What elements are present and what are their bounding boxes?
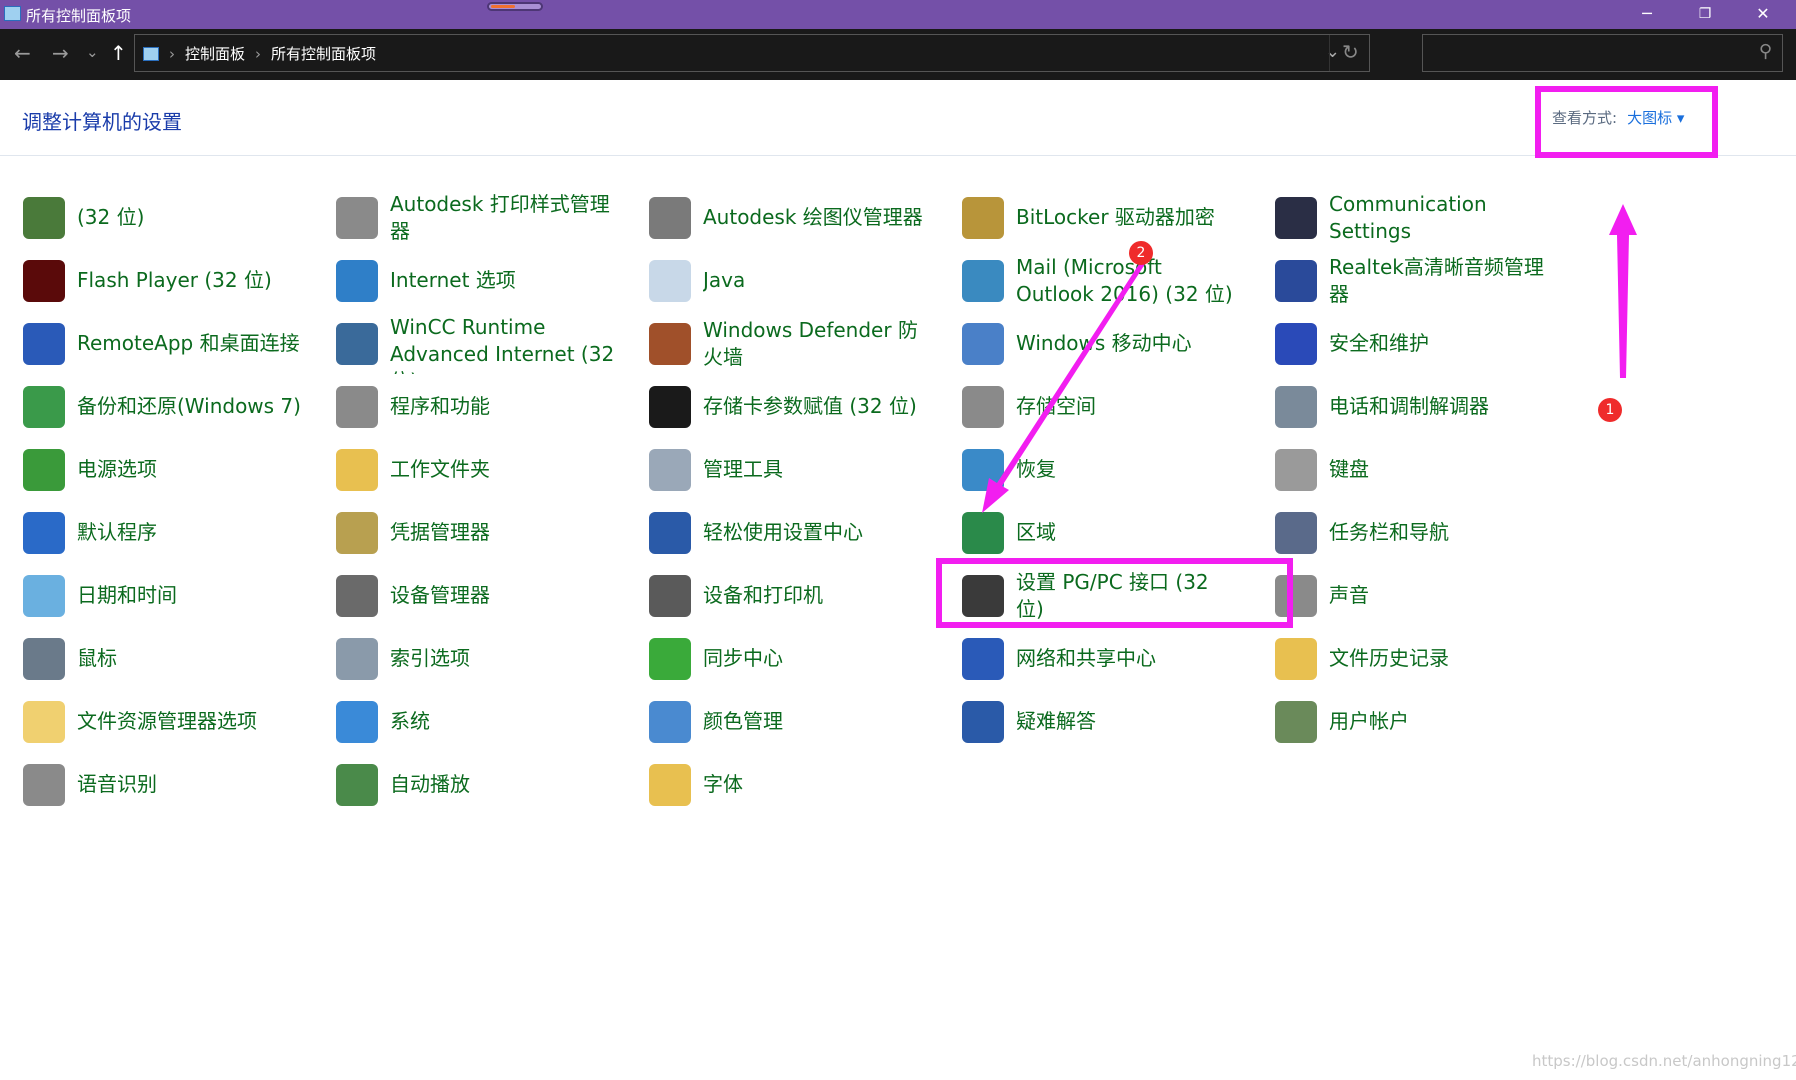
step-badge-2: 2 xyxy=(1129,241,1153,265)
watermark: https://blog.csdn.net/anhongning123 xyxy=(1532,1052,1796,1070)
arrow-up xyxy=(1609,204,1637,378)
arrow-diagonal xyxy=(982,258,1147,513)
annotation-arrows xyxy=(982,204,1637,513)
step-badge-1: 1 xyxy=(1598,398,1622,422)
